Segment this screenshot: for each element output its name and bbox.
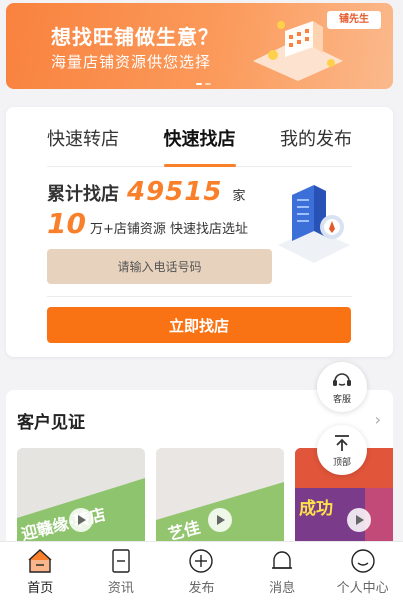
nav-publish-label: 发布 [188, 581, 215, 596]
resources-text: 万+店铺资源 快速找店选址 [89, 222, 248, 237]
arrow-up-icon [335, 434, 349, 451]
banner-headline: 想找旺铺做生意？ [51, 25, 219, 49]
card-divider [47, 296, 352, 297]
customer-service-label: 客服 [332, 394, 351, 405]
nav-profile-label: 个人中心 [336, 581, 389, 596]
video-thumbnail: 迎赣缘·转店 [17, 448, 145, 548]
nav-home-label: 首页 [27, 581, 54, 596]
back-to-top-button[interactable]: 顶部 [317, 425, 367, 475]
banner-pagination [196, 83, 211, 85]
nav-messages[interactable]: 消息 [242, 542, 323, 600]
tab-my-posts[interactable]: 我的发布 [280, 123, 352, 166]
nav-messages-label: 消息 [269, 581, 296, 596]
nav-home[interactable]: 首页 [0, 542, 81, 600]
customer-service-button[interactable]: 客服 [317, 362, 367, 412]
bottom-navigation: 首页 资讯 发布 消息 个人中心 [0, 541, 403, 600]
phone-input[interactable] [47, 249, 272, 284]
total-found-value: 49515 [127, 177, 223, 207]
tab-quick-find[interactable]: 快速找店 [163, 123, 236, 167]
play-icon[interactable] [69, 508, 93, 532]
building-illustration [278, 185, 350, 263]
video-thumbnail: 艺佳 [156, 448, 284, 548]
publish-icon [189, 549, 214, 573]
banner-illustration [253, 21, 343, 81]
user-icon [350, 549, 375, 573]
promo-banner[interactable]: 想找旺铺做生意？ 海量店铺资源供您选择 铺先生 [6, 3, 393, 89]
resources-stat: 10 万+店铺资源 快速找店选址 [47, 207, 248, 240]
video-caption: 成功 [299, 498, 333, 519]
news-icon [112, 549, 130, 573]
total-found-stat: 累计找店 49515 家 [47, 177, 245, 207]
testimonial-video[interactable]: 迎赣缘·转店 [17, 448, 145, 548]
total-found-label: 累计找店 [47, 184, 119, 205]
testimonials-title: 客户见证 [17, 413, 85, 433]
resources-value: 10 [47, 207, 86, 240]
chevron-right-icon[interactable]: › [375, 410, 381, 429]
nav-news[interactable]: 资讯 [81, 542, 162, 600]
play-icon[interactable] [208, 508, 232, 532]
tab-quick-transfer[interactable]: 快速转店 [47, 123, 119, 166]
total-found-unit: 家 [232, 189, 246, 204]
shop-finder-card: 快速转店 快速找店 我的发布 累计找店 49515 家 10 万+店铺资源 快速… [6, 107, 393, 357]
back-to-top-label: 顶部 [332, 457, 351, 468]
bell-icon [272, 551, 293, 569]
play-icon[interactable] [347, 508, 371, 532]
headset-icon [333, 372, 351, 386]
nav-publish[interactable]: 发布 [161, 542, 242, 600]
testimonial-video[interactable]: 艺佳 [156, 448, 284, 548]
banner-subline: 海量店铺资源供您选择 [51, 53, 212, 71]
tab-bar: 快速转店 快速找店 我的发布 [47, 123, 352, 167]
nav-profile[interactable]: 个人中心 [322, 542, 403, 600]
find-shop-button[interactable]: 立即找店 [47, 307, 351, 343]
home-icon [28, 549, 52, 573]
nav-news-label: 资讯 [107, 581, 134, 596]
